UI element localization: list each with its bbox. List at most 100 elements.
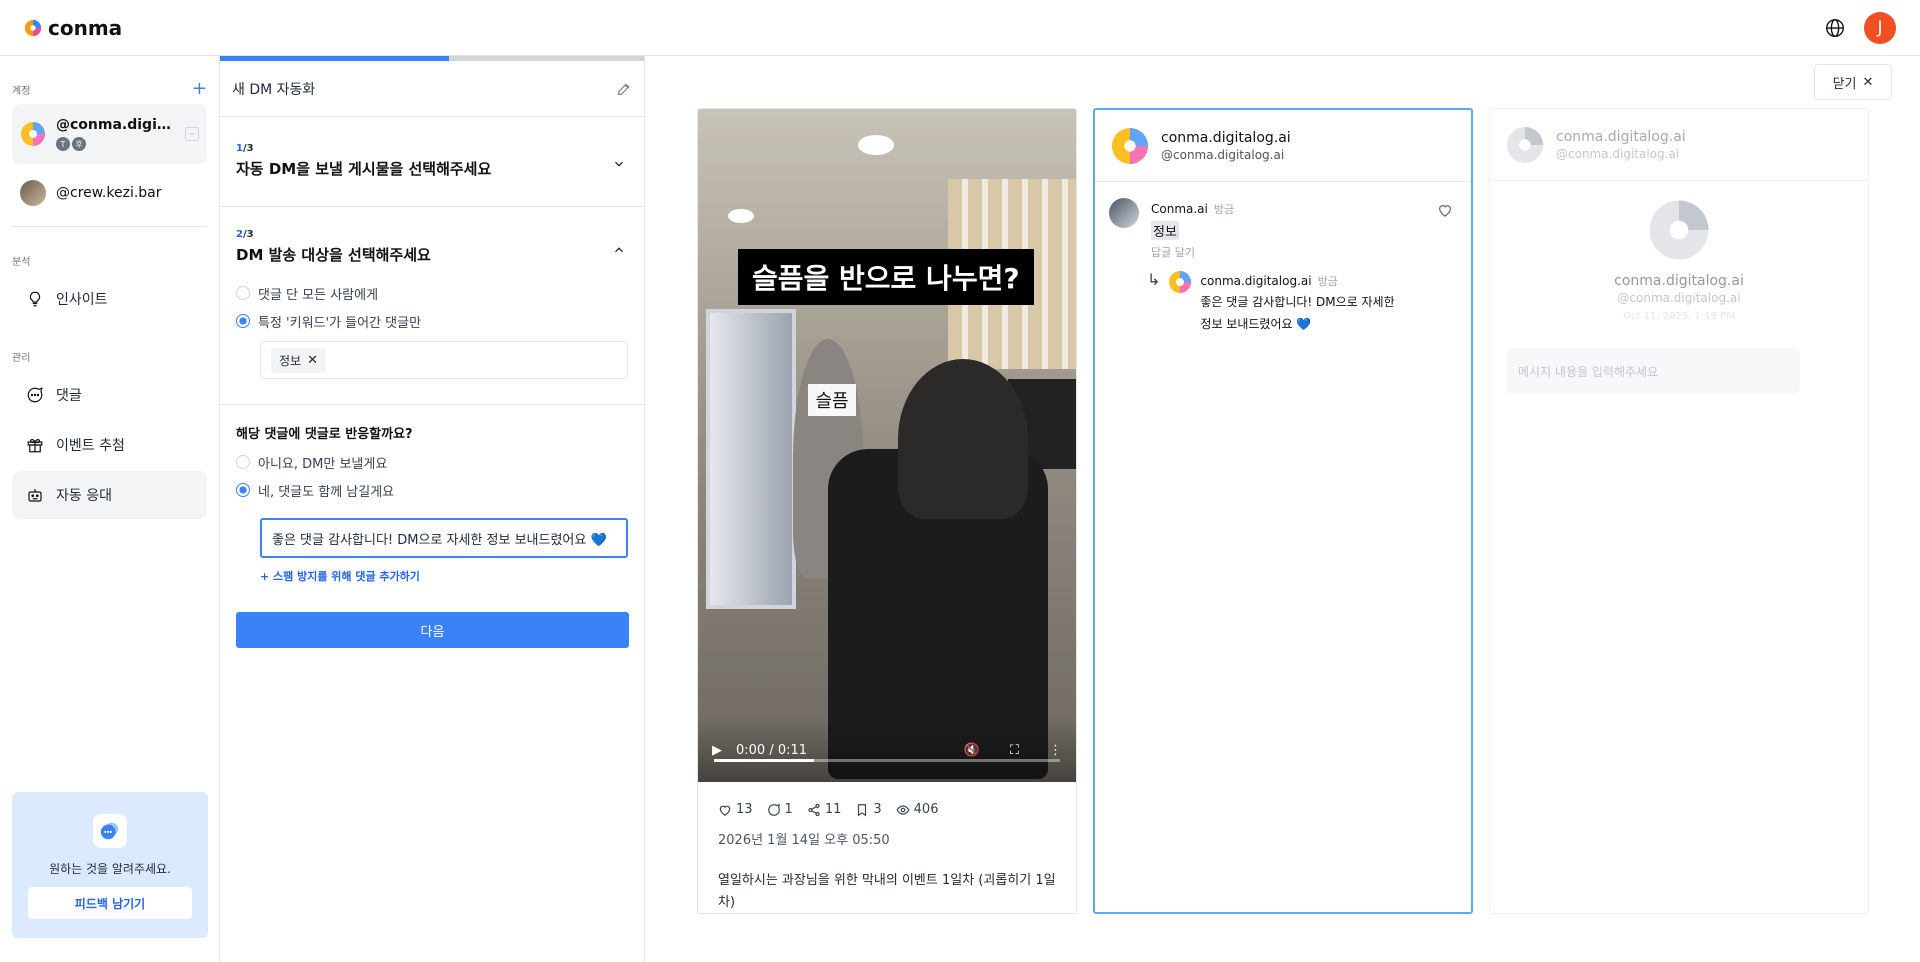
video-progress[interactable] bbox=[714, 759, 1060, 762]
account-handle: @conma.digitalog.ai bbox=[1161, 147, 1285, 162]
sidebar-item-label: 자동 응대 bbox=[56, 488, 112, 504]
analysis-section-label: 분석 bbox=[12, 256, 31, 268]
post-date: 2026년 1월 14일 오후 05:50 bbox=[718, 833, 890, 848]
sidebar-item-event-draw[interactable]: 이벤트 추첨 bbox=[12, 421, 207, 469]
account-name: conma.digitalog.ai bbox=[1556, 128, 1686, 145]
account-profile: conma.digitalog.ai @conma.digitalog.ai bbox=[1490, 109, 1868, 181]
add-comment-link[interactable]: + 스팸 방지를 위해 댓글 추가하기 bbox=[260, 568, 628, 584]
conma-logo-icon bbox=[24, 19, 42, 36]
logo[interactable]: conma bbox=[24, 16, 122, 40]
step-number: 1/3 bbox=[236, 143, 628, 154]
video-controls: ▶ 0:00 / 0:11 🔇 ⛶ ⋮ bbox=[698, 718, 1076, 782]
gift-icon bbox=[27, 439, 43, 453]
chat-bubble-icon bbox=[93, 814, 127, 848]
play-icon[interactable]: ▶ bbox=[712, 743, 722, 758]
post-description: 열일하시는 과장님을 위한 막내의 이벤트 1일차 (괴롭히기 1일차) bbox=[718, 873, 1056, 910]
comment-icon bbox=[27, 387, 43, 403]
sidebar: 계정 + @conma.digital... T 후 – @crew.kezi.… bbox=[0, 56, 220, 962]
dm-message-input[interactable]: 메시지 내용을 입력해주세요 bbox=[1506, 348, 1800, 394]
panel-title: 새 DM 자동화 bbox=[232, 81, 316, 98]
heart-icon[interactable] bbox=[1437, 202, 1453, 218]
sidebar-account-crew[interactable]: @crew.kezi.bar bbox=[12, 172, 207, 214]
fullscreen-icon[interactable]: ⛶ bbox=[1010, 743, 1019, 758]
fridge bbox=[706, 309, 796, 609]
account-handle: @crew.kezi.bar bbox=[56, 185, 162, 201]
close-icon[interactable]: ✕ bbox=[307, 353, 318, 368]
account-avatar bbox=[20, 180, 46, 206]
radio-button[interactable] bbox=[236, 314, 250, 328]
video-caption: 슬픔을 반으로 나누면? bbox=[738, 249, 1034, 305]
comment-item: Conma.ai 방금 정보 답글 달기 bbox=[1095, 182, 1471, 260]
reply-arrow-icon: ↳ bbox=[1147, 270, 1161, 289]
next-button[interactable]: 다음 bbox=[236, 612, 629, 648]
mute-icon[interactable]: 🔇 bbox=[964, 743, 980, 758]
divider bbox=[12, 226, 207, 227]
accounts-label: 계정 bbox=[12, 85, 31, 97]
reply-question: 해당 댓글에 댓글로 반응할까요? bbox=[236, 427, 413, 442]
step-total: /3 bbox=[242, 143, 254, 154]
reply-text: 좋은 댓글 감사합니다! DM으로 자세한 정보 보내드렸어요 💙 bbox=[1200, 295, 1395, 331]
saves-count: 3 bbox=[873, 802, 882, 817]
step-title: DM 발송 대상을 선택해주세요 bbox=[236, 246, 431, 264]
radio-dm-only[interactable]: 아니요, DM만 보낼게요 bbox=[236, 448, 628, 476]
radio-button[interactable] bbox=[236, 455, 250, 469]
reply-text-input[interactable]: 좋은 댓글 감사합니다! DM으로 자세한 정보 보내드렸어요 💙 bbox=[260, 518, 628, 558]
shares-stat: 11 bbox=[807, 802, 841, 817]
radio-keyword-comments[interactable]: 특정 '키워드'가 들어간 댓글만 bbox=[236, 307, 628, 335]
feedback-text: 원하는 것을 알려주세요. bbox=[49, 862, 171, 876]
radio-button[interactable] bbox=[236, 286, 250, 300]
account-handle: @conma.digital... bbox=[56, 117, 174, 133]
close-button-label: 닫기 bbox=[1832, 76, 1857, 92]
comments-count: 1 bbox=[784, 802, 793, 817]
sidebar-item-label: 인사이트 bbox=[56, 292, 108, 308]
feedback-card: 원하는 것을 알려주세요. 피드백 남기기 bbox=[12, 792, 208, 938]
sidebar-item-comments[interactable]: 댓글 bbox=[12, 371, 207, 419]
radio-all-commenters[interactable]: 댓글 단 모든 사람에게 bbox=[236, 279, 628, 307]
dm-account-handle: @conma.digitalog.ai bbox=[1617, 291, 1741, 305]
share-icon bbox=[808, 803, 820, 816]
sidebar-account-conma[interactable]: @conma.digital... T 후 – bbox=[12, 104, 207, 164]
dm-profile: conma.digitalog.ai @conma.digitalog.ai O… bbox=[1490, 181, 1868, 322]
step-total: /3 bbox=[242, 229, 254, 240]
step-title: 자동 DM을 보낼 게시물을 선택해주세요 bbox=[236, 160, 492, 178]
reply-link[interactable]: 답글 달기 bbox=[1151, 244, 1234, 260]
ceiling-light bbox=[728, 209, 754, 223]
dm-account-name: conma.digitalog.ai bbox=[1614, 273, 1744, 289]
globe-icon[interactable] bbox=[1824, 17, 1846, 39]
keyword-tag: 정보 ✕ bbox=[271, 347, 326, 373]
more-icon[interactable]: ⋮ bbox=[1049, 743, 1062, 758]
account-avatar bbox=[1169, 271, 1192, 293]
close-icon: ✕ bbox=[1862, 74, 1874, 90]
feedback-button[interactable]: 피드백 남기기 bbox=[28, 887, 192, 919]
radio-button[interactable] bbox=[236, 483, 250, 497]
chevron-up-icon[interactable] bbox=[612, 243, 626, 257]
ceiling-light bbox=[858, 135, 894, 155]
account-avatar bbox=[1111, 127, 1149, 164]
chevron-down-icon[interactable] bbox=[612, 157, 626, 171]
step-number: 2/3 bbox=[236, 229, 628, 240]
radio-label: 네, 댓글도 함께 남길게요 bbox=[258, 484, 395, 500]
post-video[interactable]: 슬픔 슬픔을 반으로 나누면? ▶ 0:00 / 0:11 🔇 ⛶ ⋮ bbox=[698, 109, 1076, 782]
account-chip: 후 bbox=[72, 137, 86, 151]
keyword-input[interactable]: 정보 ✕ bbox=[260, 341, 628, 379]
user-avatar[interactable]: J bbox=[1864, 11, 1896, 44]
step-current: 1 bbox=[236, 143, 243, 154]
pencil-icon[interactable] bbox=[616, 81, 632, 97]
account-chip: T bbox=[56, 137, 70, 151]
sidebar-item-label: 댓글 bbox=[56, 388, 82, 404]
account-avatar bbox=[1649, 200, 1709, 260]
collapse-icon[interactable]: – bbox=[185, 127, 199, 141]
views-stat: 406 bbox=[896, 802, 938, 817]
sidebar-item-insight[interactable]: 인사이트 bbox=[12, 275, 207, 323]
bookmark-icon bbox=[858, 803, 867, 816]
radio-reply-too[interactable]: 네, 댓글도 함께 남길게요 bbox=[236, 476, 628, 504]
add-account-icon[interactable]: + bbox=[192, 80, 207, 98]
sign-card: 슬픔 bbox=[808, 384, 856, 416]
radio-label: 아니요, DM만 보낼게요 bbox=[258, 456, 388, 472]
panel-header: 새 DM 자동화 bbox=[220, 61, 644, 117]
close-button[interactable]: 닫기 ✕ bbox=[1814, 64, 1892, 100]
commenter-avatar bbox=[1109, 198, 1139, 228]
sidebar-item-auto-response[interactable]: 자동 응대 bbox=[12, 471, 207, 519]
step-1[interactable]: 1/3 자동 DM을 보낼 게시물을 선택해주세요 bbox=[220, 117, 644, 207]
manage-section-label: 관리 bbox=[12, 352, 31, 364]
